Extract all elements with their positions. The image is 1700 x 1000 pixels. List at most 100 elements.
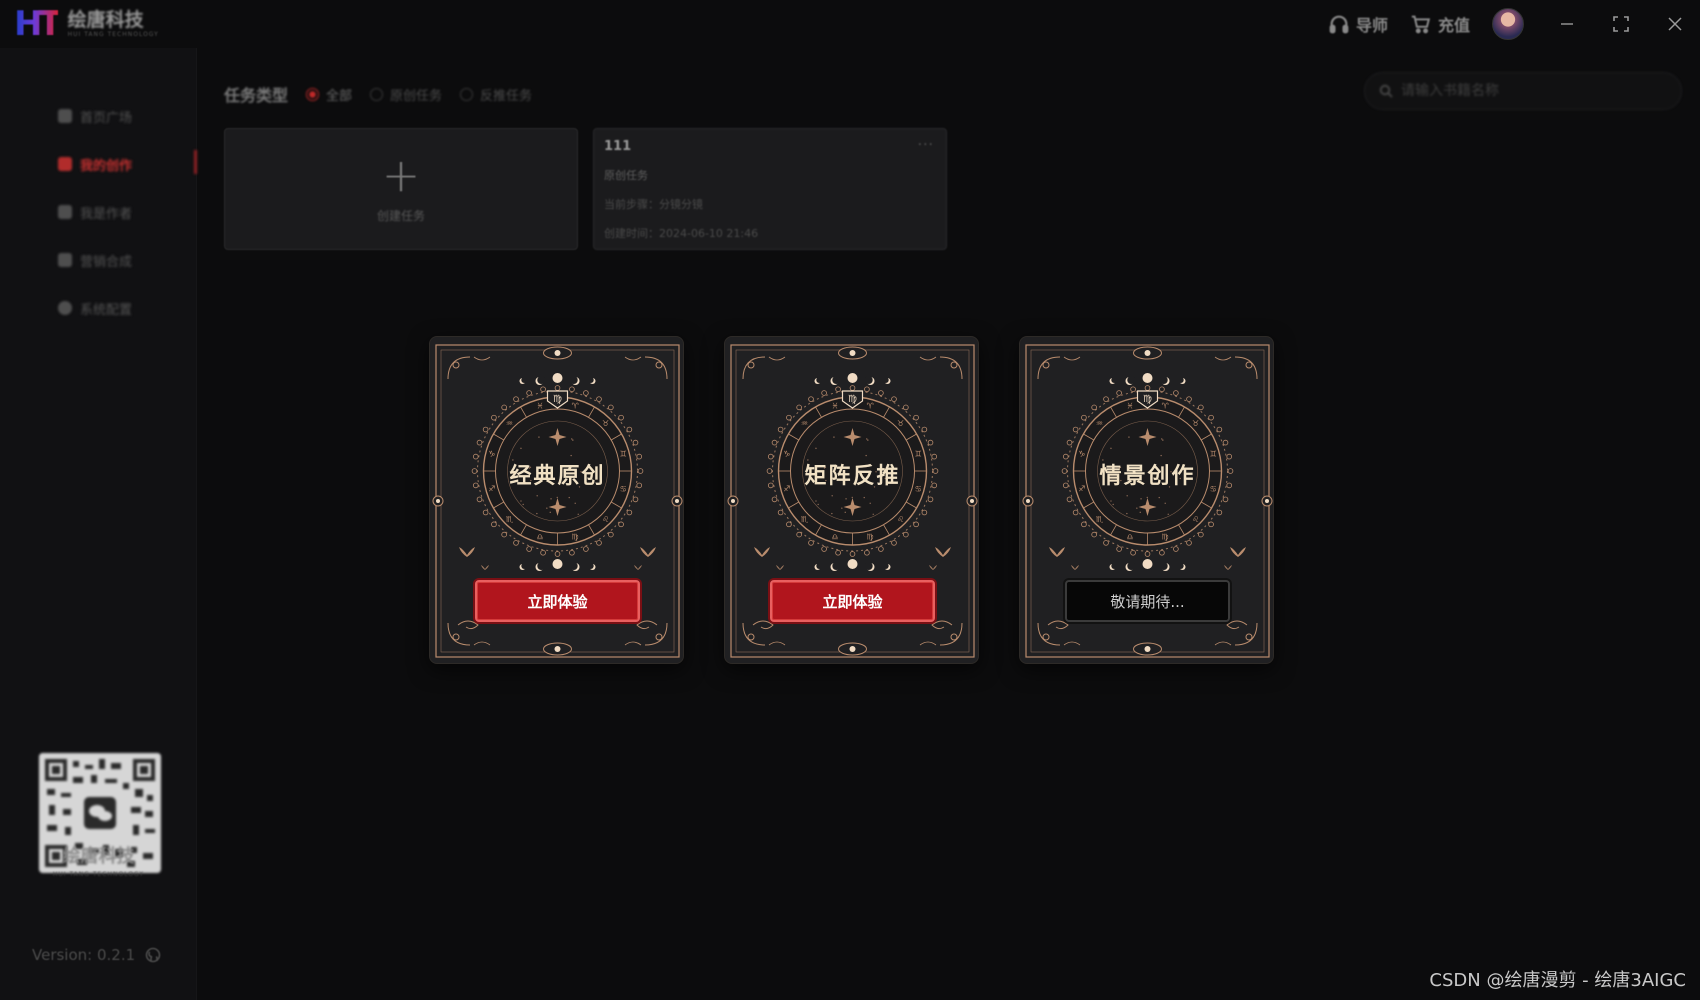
radio-icon bbox=[306, 88, 319, 101]
svg-text:♎: ♎ bbox=[831, 533, 838, 542]
svg-text:♌: ♌ bbox=[1192, 515, 1199, 524]
svg-text:♍: ♍ bbox=[553, 394, 562, 405]
search-icon bbox=[1379, 84, 1393, 98]
svg-text:♍: ♍ bbox=[848, 394, 857, 405]
svg-text:♈: ♈ bbox=[1162, 401, 1169, 410]
filter-option-reverse[interactable]: 反推任务 bbox=[460, 85, 532, 104]
sidebar-item-label: 我是作者 bbox=[80, 203, 132, 222]
svg-text:♏: ♏ bbox=[506, 515, 514, 524]
svg-text:♈: ♈ bbox=[572, 401, 579, 410]
task-step: 当前步骤：分镜分镜 bbox=[604, 196, 936, 212]
filter-option-label: 全部 bbox=[326, 85, 352, 104]
sidebar-item-settings[interactable]: 系统配置 bbox=[0, 284, 197, 332]
sidebar-item-my-creation[interactable]: 我的创作 bbox=[0, 140, 197, 188]
qr-brand-name: 绘唐科技 bbox=[0, 842, 197, 868]
feature-title: 矩阵反推 bbox=[725, 458, 980, 490]
logo-subtitle: HUI TANG TECHNOLOGY bbox=[68, 32, 159, 38]
close-button[interactable] bbox=[1664, 13, 1686, 35]
svg-text:♉: ♉ bbox=[1192, 419, 1199, 428]
cart-icon bbox=[1410, 13, 1432, 35]
svg-text:♍: ♍ bbox=[1143, 394, 1152, 405]
logo-name: 绘唐科技 bbox=[68, 11, 159, 30]
sidebar-nav: 首页广场 我的创作 我是作者 营销合成 系统配置 bbox=[0, 92, 197, 332]
svg-text:♉: ♉ bbox=[897, 419, 904, 428]
svg-text:♏: ♏ bbox=[801, 515, 809, 524]
maximize-button[interactable] bbox=[1610, 13, 1632, 35]
feature-card-scene-creation: ♈ ♉ ♊ ♋ ♌ ♍ ♎ ♏ ♐ ♑ ♒ ♓ ♍ 情景创作 敬请期待... bbox=[1019, 336, 1274, 664]
close-icon bbox=[1668, 17, 1682, 31]
version-info: Version: 0.2.1 bbox=[32, 946, 161, 964]
task-type-filter: 任务类型 全部 原创任务 反推任务 bbox=[224, 82, 532, 106]
create-task-label: 创建任务 bbox=[377, 207, 425, 224]
svg-text:♌: ♌ bbox=[602, 515, 609, 524]
svg-text:♓: ♓ bbox=[1126, 401, 1133, 410]
svg-text:♍: ♍ bbox=[1162, 533, 1169, 542]
recharge-button[interactable]: 充值 bbox=[1410, 12, 1470, 36]
create-task-button[interactable]: + 创建任务 bbox=[224, 128, 578, 250]
sidebar-item-label: 系统配置 bbox=[80, 299, 132, 318]
svg-text:♒: ♒ bbox=[506, 419, 513, 428]
filter-option-all[interactable]: 全部 bbox=[306, 85, 352, 104]
marketing-icon bbox=[58, 253, 72, 267]
recharge-label: 充值 bbox=[1438, 12, 1470, 36]
filter-option-label: 反推任务 bbox=[480, 85, 532, 104]
svg-text:♍: ♍ bbox=[572, 533, 579, 542]
svg-text:♌: ♌ bbox=[897, 515, 904, 524]
filter-title: 任务类型 bbox=[224, 82, 288, 106]
svg-text:♍: ♍ bbox=[867, 533, 874, 542]
search-box bbox=[1364, 72, 1682, 110]
feature-title: 经典原创 bbox=[430, 458, 685, 490]
maximize-icon bbox=[1613, 16, 1629, 32]
svg-text:♉: ♉ bbox=[602, 419, 609, 428]
sidebar-item-label: 营销合成 bbox=[80, 251, 132, 270]
user-avatar[interactable] bbox=[1492, 8, 1524, 40]
task-created-time: 创建时间：2024-06-10 21:46 bbox=[604, 225, 936, 241]
feature-card-matrix-reverse: ♈ ♉ ♊ ♋ ♌ ♍ ♎ ♏ ♐ ♑ ♒ ♓ ♍ 矩阵反推 立即体验 bbox=[724, 336, 979, 664]
github-icon[interactable] bbox=[145, 947, 161, 963]
svg-text:♒: ♒ bbox=[1096, 419, 1103, 428]
sidebar-item-marketing[interactable]: 营销合成 bbox=[0, 236, 197, 284]
task-type: 原创任务 bbox=[604, 167, 936, 183]
svg-text:♓: ♓ bbox=[831, 401, 838, 410]
task-card[interactable]: 111 ··· 原创任务 当前步骤：分镜分镜 创建时间：2024-06-10 2… bbox=[593, 128, 947, 250]
svg-text:♈: ♈ bbox=[867, 401, 874, 410]
svg-text:♓: ♓ bbox=[536, 401, 543, 410]
support-label: 导师 bbox=[1356, 12, 1388, 36]
qr-brand: 绘唐科技 HUI TANG TECHNOLOGY bbox=[0, 842, 197, 878]
creation-icon bbox=[58, 157, 72, 171]
sidebar: 首页广场 我的创作 我是作者 营销合成 系统配置 绘唐科技 HUI TANG T… bbox=[0, 48, 197, 1000]
svg-text:♏: ♏ bbox=[1096, 515, 1104, 524]
sidebar-item-label: 我的创作 bbox=[80, 155, 132, 174]
sidebar-item-home[interactable]: 首页广场 bbox=[0, 92, 197, 140]
svg-text:♎: ♎ bbox=[1126, 533, 1133, 542]
svg-text:♒: ♒ bbox=[801, 419, 808, 428]
title-bar: HT 绘唐科技 HUI TANG TECHNOLOGY 导师 充值 bbox=[0, 0, 1700, 48]
plus-icon: + bbox=[382, 155, 421, 195]
author-icon bbox=[58, 205, 72, 219]
watermark: CSDN @绘唐漫剪 - 绘唐3AIGC bbox=[1429, 966, 1686, 992]
radio-icon bbox=[370, 88, 383, 101]
support-button[interactable]: 导师 bbox=[1328, 12, 1388, 36]
filter-option-original[interactable]: 原创任务 bbox=[370, 85, 442, 104]
try-now-button[interactable]: 立即体验 bbox=[475, 580, 640, 622]
radio-icon bbox=[460, 88, 473, 101]
task-title: 111 bbox=[604, 139, 936, 154]
try-now-button[interactable]: 立即体验 bbox=[770, 580, 935, 622]
settings-icon bbox=[58, 301, 72, 315]
qr-brand-subtitle: HUI TANG TECHNOLOGY bbox=[0, 871, 197, 878]
sidebar-item-author[interactable]: 我是作者 bbox=[0, 188, 197, 236]
logo-mark: HT bbox=[14, 4, 58, 44]
home-icon bbox=[58, 109, 72, 123]
feature-title: 情景创作 bbox=[1020, 458, 1275, 490]
filter-option-label: 原创任务 bbox=[390, 85, 442, 104]
app-logo: HT 绘唐科技 HUI TANG TECHNOLOGY bbox=[14, 4, 159, 44]
more-options-icon[interactable]: ··· bbox=[918, 137, 934, 153]
feature-card-classic-original: ♈ ♉ ♊ ♋ ♌ ♍ ♎ ♏ ♐ ♑ ♒ ♓ ♍ 经典原创 立即体验 bbox=[429, 336, 684, 664]
search-input[interactable] bbox=[1401, 83, 1651, 99]
coming-soon-button: 敬请期待... bbox=[1065, 580, 1230, 622]
svg-text:♎: ♎ bbox=[536, 533, 543, 542]
minimize-icon bbox=[1560, 17, 1574, 31]
sidebar-item-label: 首页广场 bbox=[80, 107, 132, 126]
minimize-button[interactable] bbox=[1556, 13, 1578, 35]
headphones-icon bbox=[1328, 13, 1350, 35]
